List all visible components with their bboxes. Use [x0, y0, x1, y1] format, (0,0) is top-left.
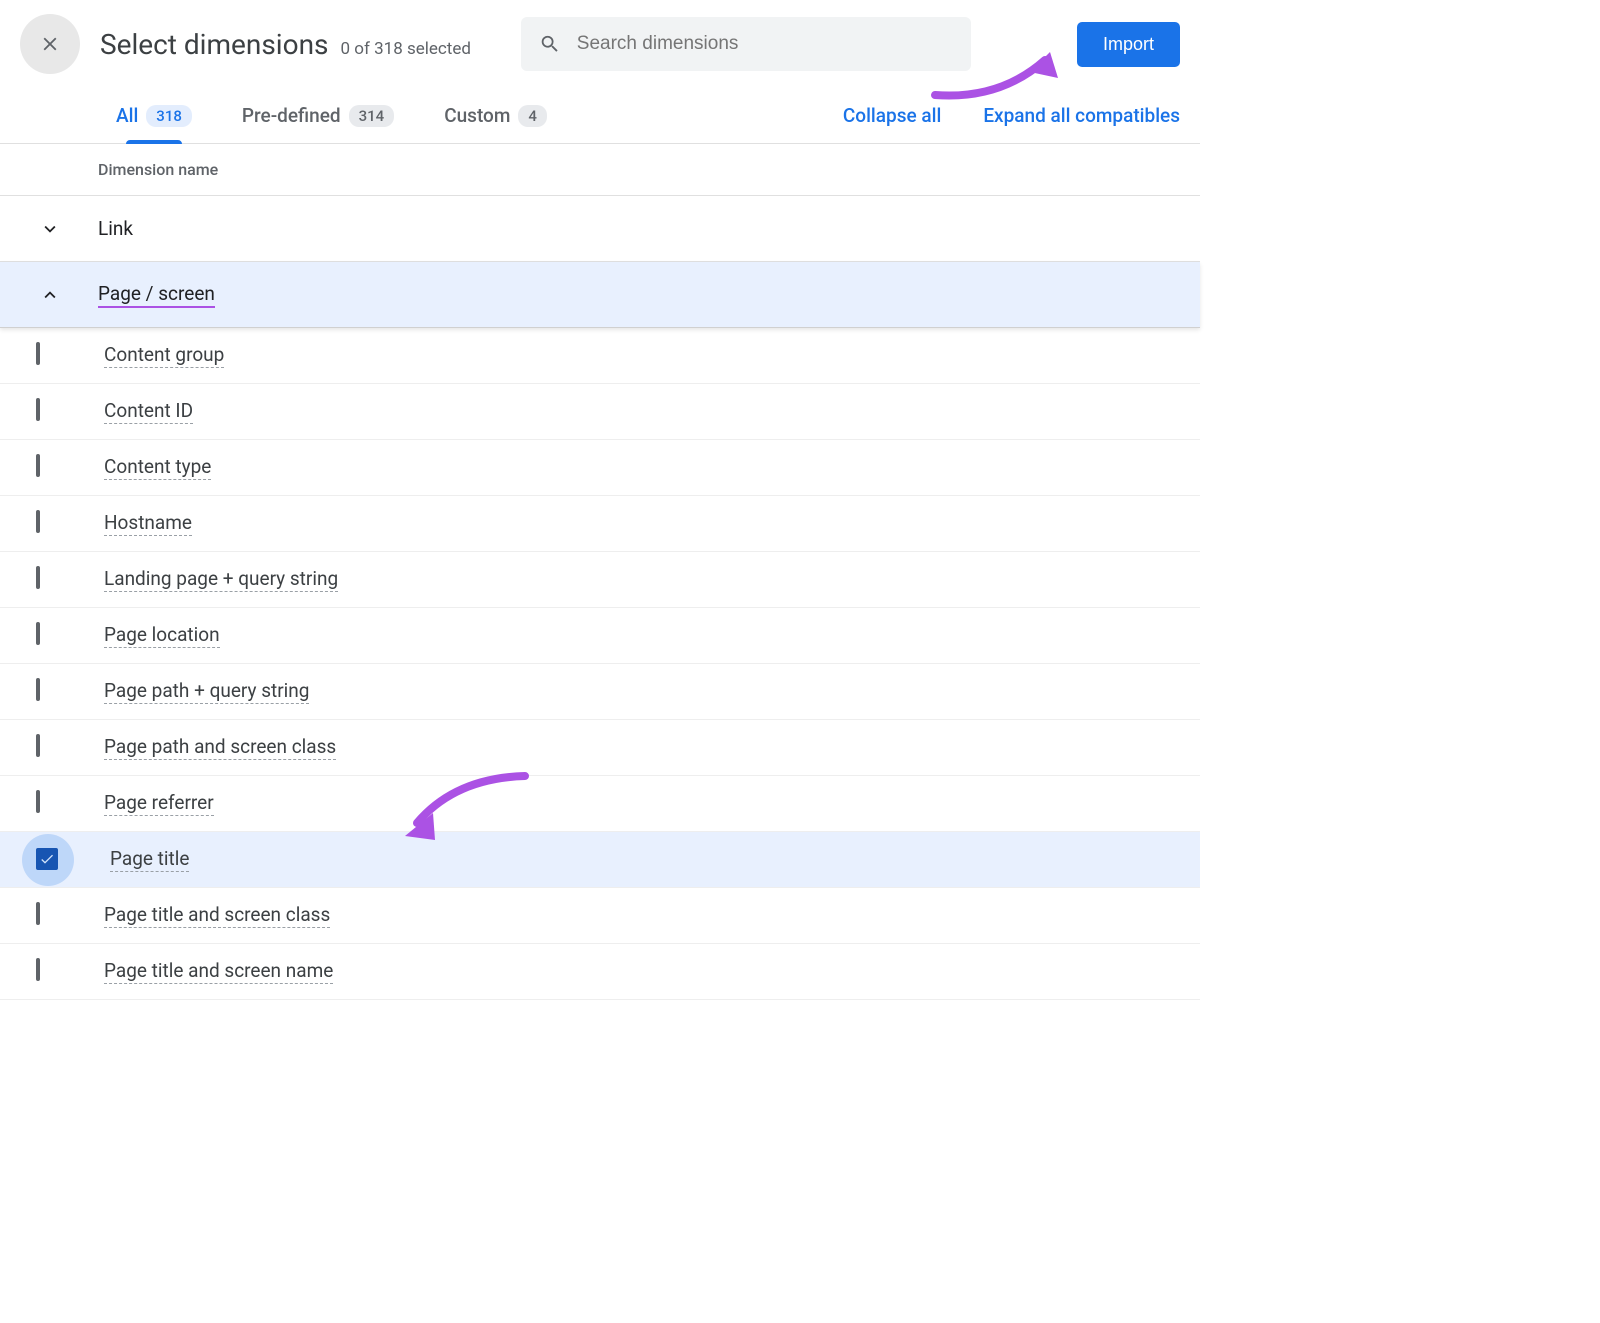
chevron-down-icon [30, 218, 70, 240]
dimension-row-page-title[interactable]: Page title [0, 832, 1200, 888]
dialog-title: Select dimensions [100, 28, 329, 61]
close-button[interactable] [20, 14, 80, 74]
checkbox-unchecked-icon [36, 790, 40, 813]
tab-custom[interactable]: Custom 4 [444, 88, 547, 143]
tab-count-badge: 4 [518, 105, 547, 127]
import-button[interactable]: Import [1077, 22, 1180, 67]
tabs-row: All 318 Pre-defined 314 Custom 4 Collapse all… [0, 88, 1200, 144]
title-block: Select dimensions 0 of 318 selected [100, 28, 471, 61]
checkbox-unchecked-icon [36, 734, 40, 757]
dimension-label: Page title and screen class [104, 903, 330, 928]
search-icon [539, 32, 561, 56]
checkbox[interactable] [36, 400, 60, 424]
dimension-row-hostname[interactable]: Hostname [0, 496, 1200, 552]
checkbox[interactable] [36, 624, 60, 648]
dimension-label: Content type [104, 455, 211, 480]
checkbox[interactable] [36, 792, 60, 816]
tab-pre-defined[interactable]: Pre-defined 314 [242, 88, 394, 143]
dimension-label: Page path and screen class [104, 735, 336, 760]
close-icon [39, 33, 61, 55]
dimension-label: Content group [104, 343, 224, 368]
search-box[interactable] [521, 17, 971, 71]
checkbox-unchecked-icon [36, 398, 40, 421]
checkbox[interactable] [36, 848, 60, 872]
checkbox-unchecked-icon [36, 342, 40, 365]
tab-count-badge: 314 [349, 105, 395, 127]
dimension-row-page-location[interactable]: Page location [0, 608, 1200, 664]
dimension-row-content-group[interactable]: Content group [0, 328, 1200, 384]
search-input[interactable] [577, 33, 953, 55]
chevron-up-icon [30, 284, 70, 306]
checkbox-ripple [22, 834, 74, 886]
checkbox-unchecked-icon [36, 622, 40, 645]
checkbox[interactable] [36, 456, 60, 480]
dimension-row-content-type[interactable]: Content type [0, 440, 1200, 496]
checkbox-unchecked-icon [36, 566, 40, 589]
tab-label: Custom [444, 104, 510, 127]
dimension-label: Hostname [104, 511, 192, 536]
checkbox[interactable] [36, 344, 60, 368]
dimension-label: Landing page + query string [104, 567, 338, 592]
group-row-link[interactable]: Link [0, 196, 1200, 262]
checkbox[interactable] [36, 960, 60, 984]
dimension-row-page-path-query-string[interactable]: Page path + query string [0, 664, 1200, 720]
dimension-row-page-title-and-screen-class[interactable]: Page title and screen class [0, 888, 1200, 944]
group-label: Link [98, 217, 133, 240]
expand-collapse-actions: Collapse all Expand all compatibles [843, 104, 1180, 127]
tab-count-badge: 318 [146, 105, 192, 127]
column-header: Dimension name [0, 144, 1200, 196]
dimension-row-content-id[interactable]: Content ID [0, 384, 1200, 440]
checkbox-unchecked-icon [36, 454, 40, 477]
checkbox[interactable] [36, 568, 60, 592]
dimension-label: Page title and screen name [104, 959, 333, 984]
selection-count: 0 of 318 selected [341, 39, 471, 59]
dimension-label: Page title [110, 847, 189, 872]
dialog-header: Select dimensions 0 of 318 selected Impo… [0, 0, 1200, 88]
dimension-row-landing-page-query-string[interactable]: Landing page + query string [0, 552, 1200, 608]
tab-label: All [116, 104, 138, 127]
tab-all[interactable]: All 318 [116, 88, 192, 143]
dimension-row-page-path-and-screen-class[interactable]: Page path and screen class [0, 720, 1200, 776]
checkbox-unchecked-icon [36, 678, 40, 701]
checkbox[interactable] [36, 680, 60, 704]
checkbox[interactable] [36, 736, 60, 760]
expand-all-link[interactable]: Expand all compatibles [983, 104, 1180, 127]
checkbox[interactable] [36, 512, 60, 536]
checkbox[interactable] [36, 904, 60, 928]
group-row-page-screen[interactable]: Page / screen [0, 262, 1200, 328]
dimension-label: Page path + query string [104, 679, 309, 704]
dimension-label: Page referrer [104, 791, 214, 816]
dimension-row-page-title-and-screen-name[interactable]: Page title and screen name [0, 944, 1200, 1000]
dimension-label: Page location [104, 623, 220, 648]
checkbox-unchecked-icon [36, 510, 40, 533]
dimension-label: Content ID [104, 399, 193, 424]
collapse-all-link[interactable]: Collapse all [843, 104, 941, 127]
tab-label: Pre-defined [242, 104, 341, 127]
checkbox-unchecked-icon [36, 958, 40, 981]
group-label: Page / screen [98, 282, 215, 308]
checkbox-unchecked-icon [36, 902, 40, 925]
dimension-row-page-referrer[interactable]: Page referrer [0, 776, 1200, 832]
